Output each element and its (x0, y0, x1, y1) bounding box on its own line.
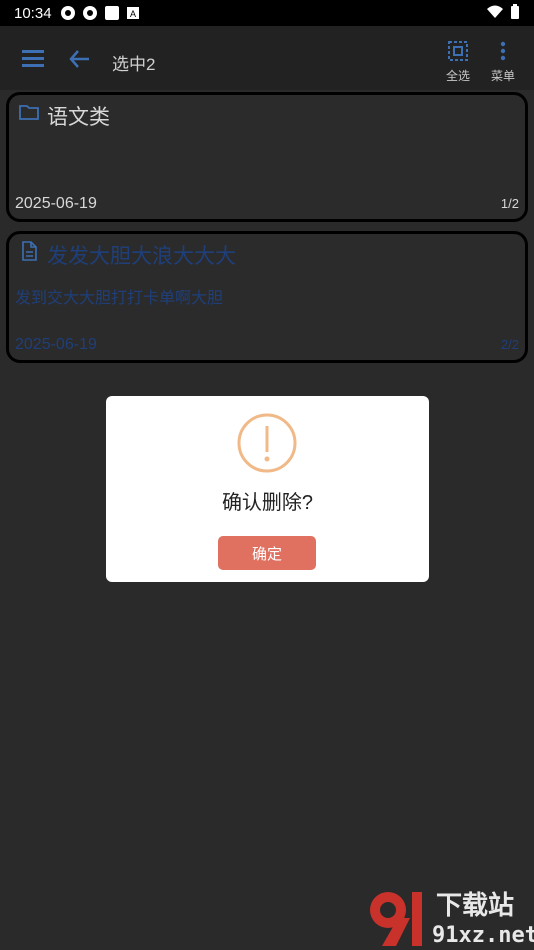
watermark-brand-bottom: 91xz.net (432, 923, 534, 948)
item-date: 2025-06-19 (15, 195, 97, 212)
app-bar: 选中2 全选 菜单 (0, 26, 534, 90)
folder-icon (19, 105, 39, 120)
item-date: 2025-06-19 (15, 336, 97, 353)
page-title: 选中2 (112, 55, 156, 74)
document-icon (22, 241, 37, 261)
warning-icon (237, 413, 297, 473)
select-all-label: 全选 (445, 69, 470, 83)
sync-icon (82, 6, 97, 20)
sync-icon (60, 6, 75, 20)
confirm-button[interactable]: 确定 (218, 536, 316, 570)
item-subtitle: 发到交大大胆打打卡单啊大胆 (15, 290, 224, 307)
wifi-icon (487, 5, 503, 18)
confirm-dialog: 确认删除? 确定 (106, 396, 429, 582)
hamburger-menu-icon[interactable] (22, 50, 44, 68)
status-time: 10:34 (14, 4, 52, 22)
square-icon (104, 6, 119, 20)
item-title: 发发大胆大浪大大大 (47, 245, 236, 268)
battery-icon (511, 4, 519, 19)
back-arrow-icon[interactable] (68, 48, 92, 70)
select-all-icon (448, 41, 468, 61)
overflow-menu-button[interactable]: 菜单 (483, 40, 523, 84)
item-page: 1/2 (500, 196, 519, 211)
a-badge-icon: A (126, 7, 139, 19)
more-vertical-icon (500, 41, 506, 61)
select-all-button[interactable]: 全选 (438, 40, 478, 84)
menu-label: 菜单 (490, 69, 515, 83)
watermark-brand-top: 下载站 (436, 890, 515, 920)
list-item[interactable]: 语文类 2025-06-19 1/2 (6, 92, 528, 222)
list-item[interactable]: 发发大胆大浪大大大 发到交大大胆打打卡单啊大胆 2025-06-19 2/2 (6, 231, 528, 363)
item-page: 2/2 (500, 337, 519, 352)
svg-text:A: A (130, 9, 136, 19)
watermark-logo-icon (370, 892, 422, 946)
dialog-message: 确认删除? (221, 492, 314, 514)
item-title: 语文类 (47, 106, 110, 129)
status-bar: 10:34 A (0, 0, 534, 26)
